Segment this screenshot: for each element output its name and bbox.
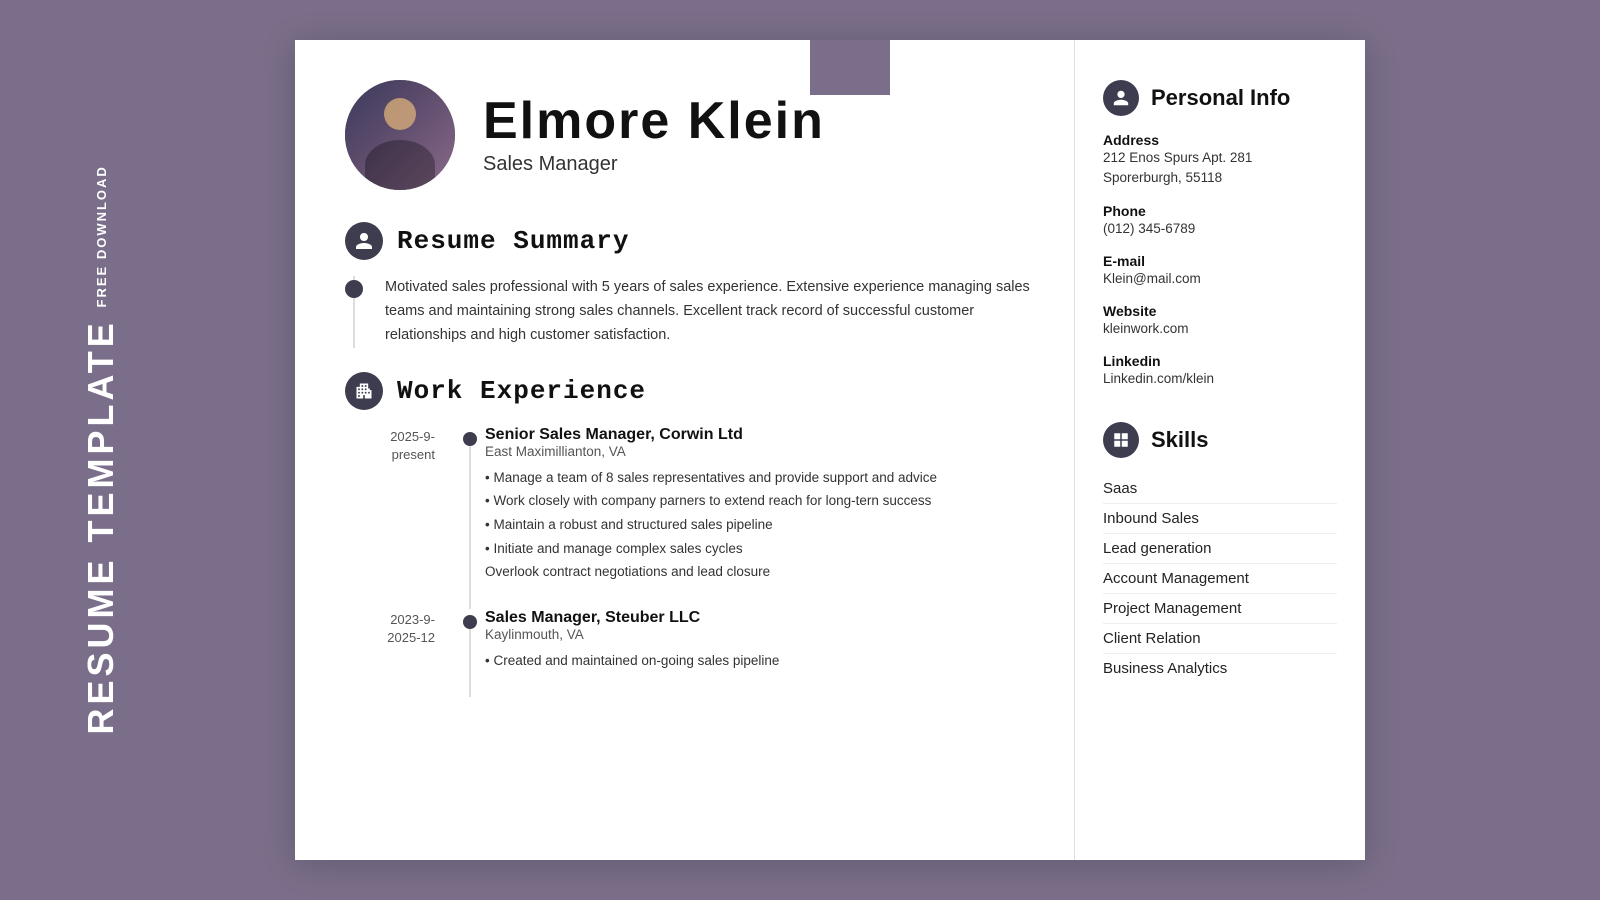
value-address: 212 Enos Spurs Apt. 281Sporerburgh, 5511… [1103, 148, 1337, 189]
sidebar-free-text: FREE DOWNLOAD [94, 165, 109, 307]
sidebar-title-text: RESUME TEMPLATE [80, 319, 122, 734]
work-entry-1: 2025-9- present Senior Sales Manager, Co… [345, 426, 1034, 585]
summary-timeline: Motivated sales professional with 5 year… [345, 276, 1034, 348]
skill-5: Client Relation [1103, 624, 1337, 654]
value-linkedin: Linkedin.com/klein [1103, 369, 1337, 389]
skills-title: Skills [1151, 427, 1208, 453]
job-company-1: East Maximillianton, VA [485, 444, 1034, 459]
skill-1: Inbound Sales [1103, 504, 1337, 534]
job-bullet-1-2: • Maintain a robust and structured sales… [485, 514, 1034, 536]
skills-icon [1103, 422, 1139, 458]
candidate-title: Sales Manager [483, 153, 825, 176]
resume-header: Elmore Klein Sales Manager [345, 80, 1034, 190]
work-entry-2: 2023-9- 2025-12 Sales Manager, Steuber L… [345, 609, 1034, 674]
grid-icon [1112, 431, 1130, 449]
summary-title: Resume Summary [397, 226, 629, 256]
summary-section-header: Resume Summary [345, 222, 1034, 260]
top-bar-decoration [810, 40, 890, 95]
skill-4: Project Management [1103, 594, 1337, 624]
value-phone: (012) 345-6789 [1103, 219, 1337, 239]
summary-text: Motivated sales professional with 5 year… [385, 276, 1034, 348]
skill-6: Business Analytics [1103, 654, 1337, 683]
field-linkedin: Linkedin Linkedin.com/klein [1103, 353, 1337, 389]
value-email: Klein@mail.com [1103, 269, 1337, 289]
field-email: E-mail Klein@mail.com [1103, 253, 1337, 289]
job-bullet-1-4: Overlook contract negotiations and lead … [485, 561, 1034, 583]
job-bullet-1-0: • Manage a team of 8 sales representativ… [485, 467, 1034, 489]
header-text: Elmore Klein Sales Manager [483, 95, 825, 176]
label-email: E-mail [1103, 253, 1337, 269]
job-bullet-1-3: • Initiate and manage complex sales cycl… [485, 538, 1034, 560]
label-address: Address [1103, 132, 1337, 148]
field-address: Address 212 Enos Spurs Apt. 281Sporerbur… [1103, 132, 1337, 189]
work-section-title: Work Experience [397, 376, 646, 406]
person-icon [354, 231, 374, 251]
job-title-1: Senior Sales Manager, Corwin Ltd [485, 426, 1034, 444]
skills-section: Skills Saas Inbound Sales Lead generatio… [1103, 422, 1337, 683]
timeline-dot [345, 280, 363, 298]
skill-2: Lead generation [1103, 534, 1337, 564]
candidate-name: Elmore Klein [483, 95, 825, 147]
personal-info-header: Personal Info [1103, 80, 1337, 116]
person-info-icon [1112, 89, 1130, 107]
label-linkedin: Linkedin [1103, 353, 1337, 369]
personal-info-title: Personal Info [1151, 85, 1290, 111]
job-bullet-1-1: • Work closely with company parners to e… [485, 490, 1034, 512]
avatar [345, 80, 455, 190]
skills-header: Skills [1103, 422, 1337, 458]
summary-icon [345, 222, 383, 260]
work-content-1: Senior Sales Manager, Corwin Ltd East Ma… [455, 426, 1034, 585]
resume-sidebar: Personal Info Address 212 Enos Spurs Apt… [1075, 40, 1365, 860]
work-date-2: 2023-9- 2025-12 [345, 609, 455, 674]
label-website: Website [1103, 303, 1337, 319]
work-content-2: Sales Manager, Steuber LLC Kaylinmouth, … [455, 609, 1034, 674]
personal-info-icon [1103, 80, 1139, 116]
job-title-2: Sales Manager, Steuber LLC [485, 609, 1034, 627]
skill-0: Saas [1103, 474, 1337, 504]
personal-info-section: Personal Info Address 212 Enos Spurs Apt… [1103, 80, 1337, 390]
avatar-image [345, 80, 455, 190]
sidebar-label: FREE DOWNLOAD RESUME TEMPLATE [80, 165, 122, 735]
work-experience-section: Work Experience 2025-9- present Senior S… [345, 372, 1034, 674]
field-website: Website kleinwork.com [1103, 303, 1337, 339]
building-icon [354, 381, 374, 401]
resume-main: Elmore Klein Sales Manager Resume Summar… [295, 40, 1075, 860]
job-company-2: Kaylinmouth, VA [485, 627, 1034, 642]
summary-section: Resume Summary Motivated sales professio… [345, 222, 1034, 348]
work-date-1: 2025-9- present [345, 426, 455, 585]
resume-card: Elmore Klein Sales Manager Resume Summar… [295, 40, 1365, 860]
value-website: kleinwork.com [1103, 319, 1337, 339]
work-section-header: Work Experience [345, 372, 1034, 410]
job-bullet-2-0: • Created and maintained on-going sales … [485, 650, 1034, 672]
label-phone: Phone [1103, 203, 1337, 219]
field-phone: Phone (012) 345-6789 [1103, 203, 1337, 239]
work-icon [345, 372, 383, 410]
skill-3: Account Management [1103, 564, 1337, 594]
